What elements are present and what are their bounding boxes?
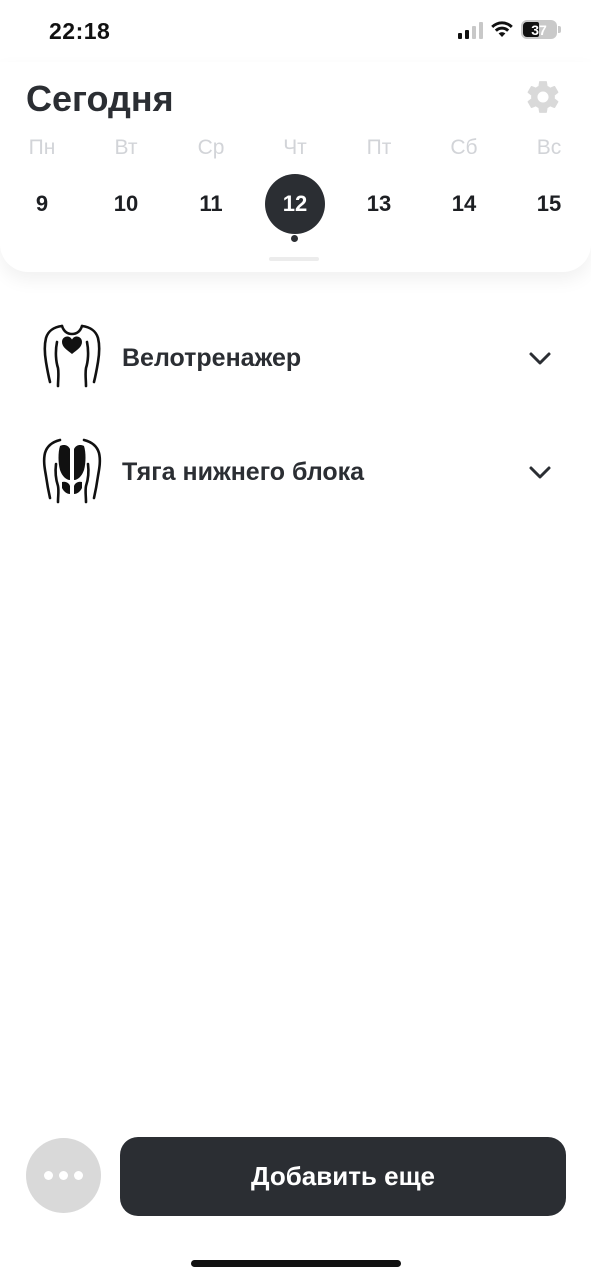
day-button[interactable]: 15 bbox=[519, 174, 579, 234]
status-icons: 37 bbox=[458, 20, 561, 39]
wifi-icon bbox=[491, 21, 513, 37]
gear-icon[interactable] bbox=[524, 78, 562, 116]
header-card: Сегодня Пн Вт Ср Чт Пт Сб Вс 9 10 11 12 … bbox=[0, 62, 591, 272]
weekday-label: Вс bbox=[536, 136, 562, 159]
app-screen: 22:18 37 Сегодня Пн Вт Ср Чт Пт Сб Вс 9 … bbox=[0, 0, 591, 1280]
status-time: 22:18 bbox=[49, 18, 111, 44]
exercise-item[interactable]: Велотренажер bbox=[0, 322, 591, 402]
weekday-label: Ср bbox=[197, 136, 225, 159]
cardio-heart-torso-icon bbox=[43, 324, 101, 388]
battery-icon: 37 bbox=[521, 20, 557, 39]
exercise-item[interactable]: Тяга нижнего блока bbox=[0, 436, 591, 516]
battery-level: 37 bbox=[531, 21, 547, 38]
weekday-row: Пн Вт Ср Чт Пт Сб Вс bbox=[0, 136, 591, 162]
more-dots-icon bbox=[74, 1171, 83, 1180]
chevron-down-icon[interactable] bbox=[526, 344, 554, 372]
signal-icon bbox=[458, 21, 483, 39]
weekday-label: Пт bbox=[366, 136, 392, 159]
add-more-button[interactable]: Добавить еще bbox=[120, 1137, 566, 1216]
day-button-selected[interactable]: 12 bbox=[265, 174, 325, 234]
day-button[interactable]: 14 bbox=[434, 174, 494, 234]
day-button[interactable]: 13 bbox=[349, 174, 409, 234]
day-button[interactable]: 11 bbox=[181, 174, 241, 234]
status-bar: 22:18 37 bbox=[0, 0, 591, 62]
exercise-name: Велотренажер bbox=[122, 344, 302, 372]
day-row: 9 10 11 12 13 14 15 bbox=[0, 174, 591, 234]
weekday-label: Вт bbox=[114, 136, 138, 159]
day-button[interactable]: 9 bbox=[12, 174, 72, 234]
back-muscles-torso-icon bbox=[42, 438, 102, 504]
selected-day-dot bbox=[291, 235, 298, 242]
home-indicator bbox=[191, 1260, 401, 1267]
weekday-label: Сб bbox=[450, 136, 478, 159]
more-dots-icon bbox=[59, 1171, 68, 1180]
weekday-label: Пн bbox=[28, 136, 56, 159]
page-title: Сегодня bbox=[26, 78, 174, 119]
drag-handle[interactable] bbox=[269, 257, 319, 261]
day-button[interactable]: 10 bbox=[96, 174, 156, 234]
more-dots-icon bbox=[44, 1171, 53, 1180]
weekday-label: Чт bbox=[283, 136, 307, 159]
more-button[interactable] bbox=[26, 1138, 101, 1213]
chevron-down-icon[interactable] bbox=[526, 458, 554, 486]
exercise-name: Тяга нижнего блока bbox=[122, 458, 365, 486]
